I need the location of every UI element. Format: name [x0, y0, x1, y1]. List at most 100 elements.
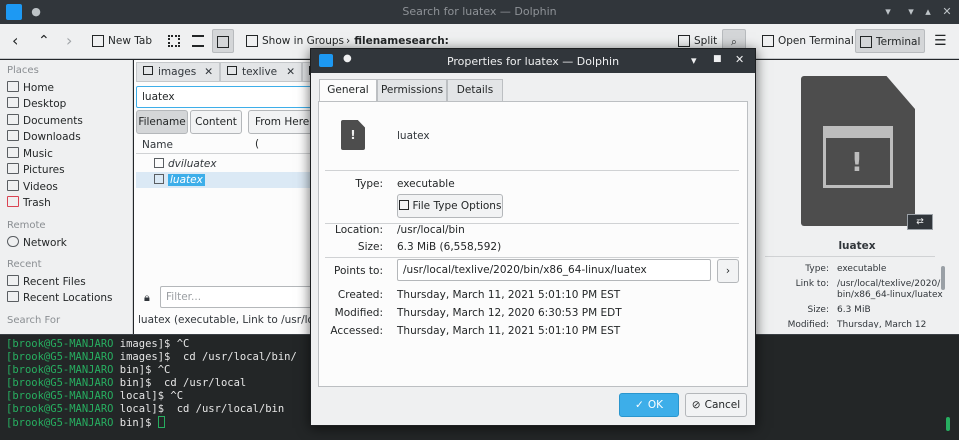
- tab-permissions[interactable]: Permissions: [377, 79, 447, 101]
- back-icon[interactable]: ‹: [8, 29, 22, 53]
- recent-heading: Recent: [7, 259, 42, 270]
- home-icon: [7, 81, 19, 92]
- file-type-options-button[interactable]: File Type Options: [397, 194, 503, 218]
- status-bar: luatex (executable, Link to /usr/local/t…: [138, 314, 314, 326]
- music-icon: [7, 147, 19, 158]
- details-icon: [217, 36, 229, 48]
- modified-label: Modified:: [334, 307, 383, 319]
- up-icon[interactable]: ⌃: [34, 29, 54, 53]
- sidebar-item-documents[interactable]: Documents: [7, 114, 83, 130]
- terminal-line: [brook@G5-MANJARO bin]$ ^C: [6, 364, 170, 376]
- chevron-down-icon[interactable]: ▾: [880, 4, 896, 20]
- info-type-label: Type:: [805, 264, 829, 274]
- general-panel: ! luatex Type: executable File Type Opti…: [318, 101, 748, 387]
- file-name-field[interactable]: luatex: [397, 130, 430, 142]
- sidebar-item-recent-files[interactable]: Recent Files: [7, 275, 86, 291]
- file-name: dviluatex: [168, 158, 217, 170]
- tab-images[interactable]: images ✕: [136, 62, 220, 82]
- window-titlebar: ● Search for luatex — Dolphin ▾ ▾ ▴ ✕: [0, 0, 959, 24]
- terminal-label: Terminal: [876, 36, 921, 48]
- filter-input[interactable]: Filter...: [160, 286, 316, 308]
- tab-texlive[interactable]: texlive ✕: [220, 62, 302, 82]
- folder-icon: [227, 66, 237, 75]
- close-icon[interactable]: ✕: [939, 4, 955, 20]
- command: ]$ ^C: [151, 390, 184, 402]
- maximize-icon[interactable]: ▴: [920, 4, 936, 20]
- forward-icon[interactable]: ›: [62, 29, 76, 53]
- close-icon[interactable]: ✕: [735, 53, 744, 66]
- sidebar-item-trash[interactable]: Trash: [7, 196, 51, 212]
- hamburger-menu-icon[interactable]: ☰: [930, 29, 951, 53]
- sidebar-item-desktop[interactable]: Desktop: [7, 97, 66, 113]
- terminal-line: [brook@G5-MANJARO local]$ cd /usr/local/…: [6, 403, 284, 415]
- cancel-icon: ⊘: [691, 399, 701, 411]
- sidebar-item-pictures[interactable]: Pictures: [7, 163, 65, 179]
- type-value: executable: [397, 178, 455, 190]
- info-link-value-1: /usr/local/texlive/2020/: [837, 279, 941, 289]
- command: ]$ cd /usr/local/bin/: [157, 351, 297, 363]
- ok-label: OK: [647, 399, 663, 411]
- details-view-button[interactable]: [212, 29, 234, 53]
- location-value: /usr/local/bin: [397, 224, 465, 236]
- info-scrollbar[interactable]: [941, 266, 945, 290]
- divider: [325, 223, 739, 224]
- terminal-toggle-button[interactable]: Terminal: [855, 29, 926, 53]
- search-input[interactable]: luatex: [136, 86, 314, 108]
- info-type-value: executable: [837, 264, 887, 274]
- icons-view-button[interactable]: [164, 29, 184, 53]
- sidebar-item-label: Documents: [23, 115, 83, 127]
- go-to-link-target-button[interactable]: ›: [717, 259, 739, 283]
- from-here-button[interactable]: From Here (: [248, 110, 316, 150]
- file-view: images ✕ texlive ✕ luatex Filename Content…: [134, 60, 317, 334]
- recent-files-icon: [7, 275, 19, 286]
- prompt: [brook@G5-MANJARO: [6, 338, 114, 350]
- close-tab-icon[interactable]: ✕: [286, 63, 295, 81]
- sidebar-item-videos[interactable]: Videos: [7, 180, 58, 196]
- information-panel: ! ⇄ luatex Type: executable Link to: /us…: [755, 60, 959, 334]
- info-link-label: Link to:: [795, 279, 829, 289]
- filename-filter-button[interactable]: Filename: [136, 110, 188, 134]
- sidebar-item-label: Videos: [23, 181, 58, 193]
- terminal-scrollbar[interactable]: [946, 417, 950, 431]
- grid-icon: [168, 35, 180, 47]
- open-terminal-button[interactable]: Open Terminal: [758, 29, 858, 53]
- prompt-dir: bin: [113, 377, 139, 389]
- tab-label: images: [158, 66, 197, 78]
- lock-icon[interactable]: 🔒︎: [144, 291, 150, 305]
- places-heading: Places: [7, 65, 39, 76]
- new-tab-button[interactable]: New Tab: [88, 29, 156, 53]
- tab-general[interactable]: General: [319, 79, 377, 102]
- sidebar-item-recent-locations[interactable]: Recent Locations: [7, 291, 113, 307]
- check-icon: ✓: [635, 399, 644, 411]
- tab-details[interactable]: Details: [447, 79, 503, 101]
- compact-view-button[interactable]: [188, 29, 208, 53]
- points-to-input[interactable]: /usr/local/texlive/2020/bin/x86_64-linux…: [397, 259, 711, 281]
- ok-button[interactable]: ✓ OK: [619, 393, 679, 417]
- info-link-value-2: bin/x86_64-linux/luatex: [837, 290, 943, 300]
- prompt-dir: bin: [113, 364, 139, 376]
- size-label: Size:: [357, 241, 383, 253]
- file-row-luatex[interactable]: luatex: [136, 172, 314, 188]
- sidebar-item-home[interactable]: Home: [7, 81, 54, 97]
- location-label: Location:: [335, 224, 383, 236]
- minimize-icon[interactable]: ▾: [691, 54, 697, 67]
- size-value: 6.3 MiB (6,558,592): [397, 241, 502, 253]
- minimize-icon[interactable]: ▾: [903, 4, 919, 20]
- close-tab-icon[interactable]: ✕: [204, 63, 213, 81]
- accessed-value: Thursday, March 11, 2021 5:01:10 PM EST: [397, 325, 621, 337]
- documents-icon: [7, 114, 19, 125]
- tab-label: texlive: [242, 66, 278, 78]
- name-column-header[interactable]: Name: [136, 136, 314, 154]
- sidebar-item-label: Pictures: [23, 164, 65, 176]
- executable-file-icon: !: [801, 76, 915, 226]
- videos-icon: [7, 180, 19, 191]
- sidebar-item-label: Recent Files: [23, 276, 86, 288]
- sidebar-item-network[interactable]: Network: [7, 236, 67, 252]
- content-filter-button[interactable]: Content: [190, 110, 242, 134]
- file-row-dviluatex[interactable]: dviluatex: [154, 156, 312, 172]
- cancel-button[interactable]: ⊘ Cancel: [685, 393, 747, 417]
- maximize-icon[interactable]: ■: [713, 54, 722, 64]
- command: ]$: [138, 417, 158, 429]
- sidebar-item-downloads[interactable]: Downloads: [7, 130, 81, 146]
- sidebar-item-music[interactable]: Music: [7, 147, 53, 163]
